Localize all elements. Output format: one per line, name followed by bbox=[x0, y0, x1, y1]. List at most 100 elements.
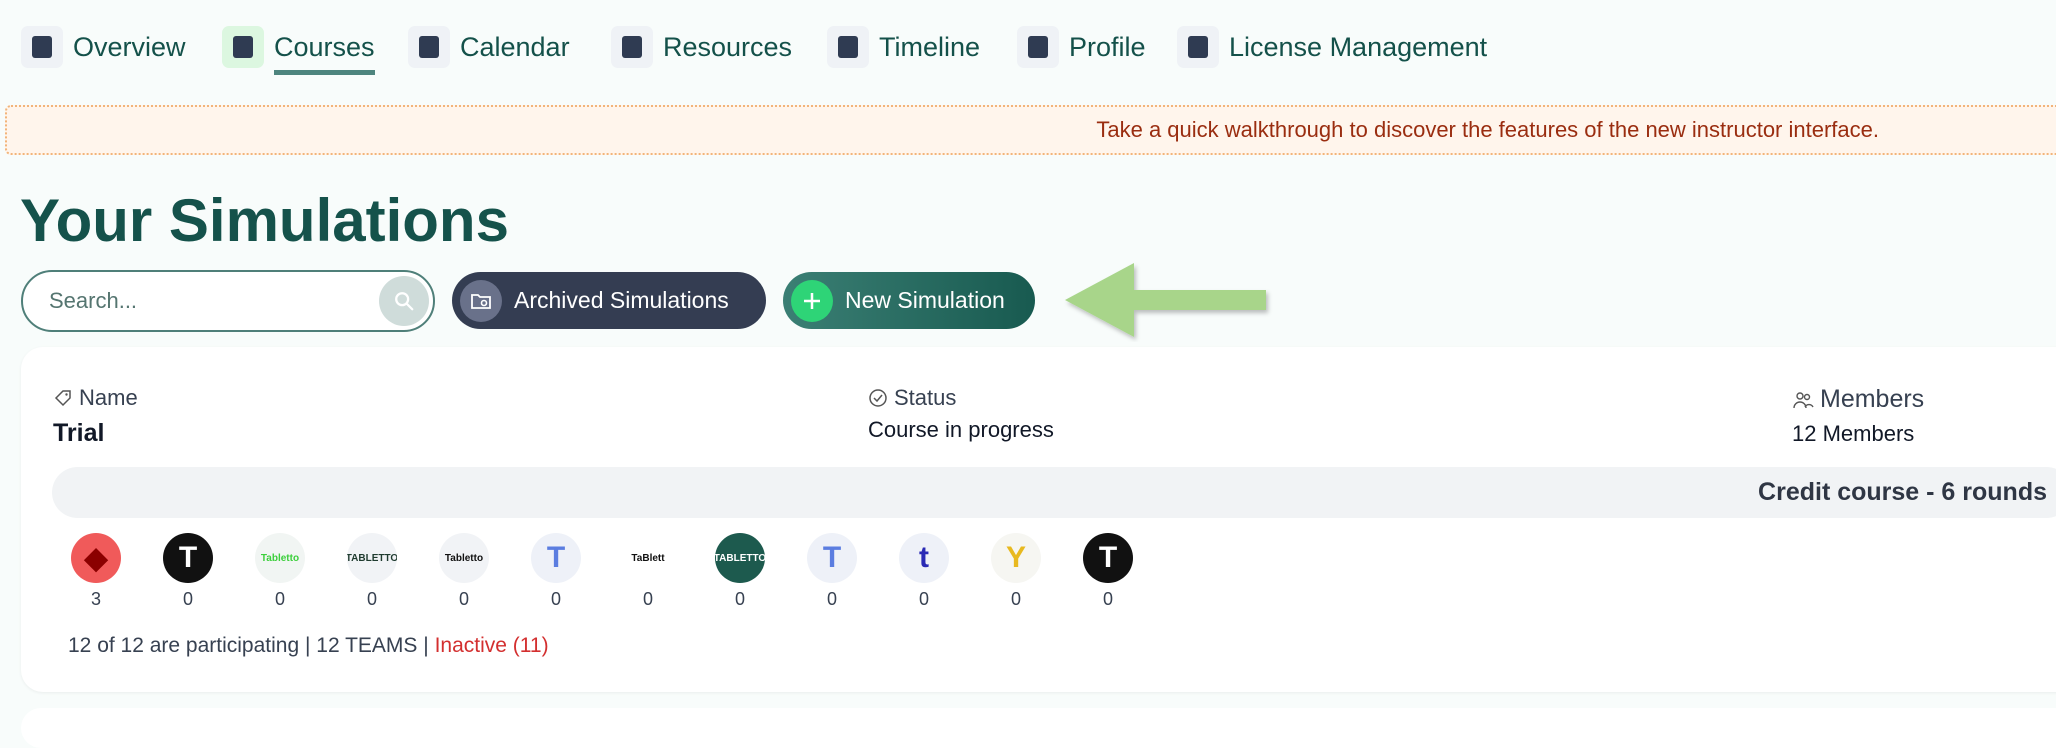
team-logo: Y bbox=[991, 533, 1041, 583]
team-logo: T bbox=[807, 533, 857, 583]
nav-label: Calendar bbox=[460, 31, 570, 62]
key-icon bbox=[1177, 26, 1219, 68]
team-logo-text: T bbox=[1098, 541, 1118, 574]
team-score: 0 bbox=[1102, 589, 1113, 609]
members-label: Members bbox=[1792, 385, 1924, 414]
pointer-arrow-icon bbox=[1065, 263, 1266, 337]
search-input[interactable] bbox=[49, 288, 349, 314]
participation-text: 12 of 12 are participating | 12 TEAMS | bbox=[68, 634, 429, 657]
team-logo: Tabletto bbox=[255, 533, 305, 583]
simulation-card-next[interactable] bbox=[21, 708, 2056, 748]
team-avatar[interactable]: Tabletto 0 bbox=[255, 533, 305, 610]
walkthrough-banner[interactable]: Take a quick walkthrough to discover the… bbox=[5, 105, 2056, 155]
team-logo: TABLETTO bbox=[715, 533, 765, 583]
team-score: 0 bbox=[550, 589, 561, 609]
status-label: Status bbox=[868, 385, 956, 411]
team-logo-text: Tabletto bbox=[444, 552, 484, 564]
course-type: Credit course - 6 rounds bbox=[1758, 478, 2047, 506]
team-score: 0 bbox=[826, 589, 837, 609]
team-avatar[interactable]: TABLETTO 0 bbox=[715, 533, 765, 610]
nav-label: Resources bbox=[663, 31, 793, 62]
team-score: 0 bbox=[1010, 589, 1021, 609]
team-avatar[interactable]: t0 bbox=[899, 533, 949, 610]
walkthrough-text: Take a quick walkthrough to discover the… bbox=[1096, 117, 1879, 142]
page-title: Your Simulations bbox=[20, 187, 509, 254]
team-avatar[interactable]: T0 bbox=[531, 533, 581, 610]
team-logo: ◆ bbox=[71, 533, 121, 583]
nav-license-management[interactable]: License Management bbox=[1177, 26, 1487, 68]
team-avatar[interactable]: ◆ 3 bbox=[71, 533, 121, 610]
team-score: 3 bbox=[90, 589, 101, 609]
archived-label: Archived Simulations bbox=[514, 287, 729, 313]
simulation-card[interactable]: Name Trial Status Course in progress Mem… bbox=[21, 347, 2056, 692]
team-logo-text: T bbox=[822, 541, 842, 574]
team-score: 0 bbox=[918, 589, 929, 609]
documents-icon bbox=[611, 26, 653, 68]
team-logo-text: ◆ bbox=[84, 541, 108, 575]
nav-calendar[interactable]: Calendar bbox=[408, 26, 570, 68]
team-logo: TaBlett bbox=[623, 533, 673, 583]
team-logo-text: T bbox=[178, 541, 198, 574]
new-simulation-label: New Simulation bbox=[845, 287, 1005, 313]
nav-profile[interactable]: Profile bbox=[1017, 26, 1146, 68]
team-logo: T bbox=[163, 533, 213, 583]
team-score: 0 bbox=[734, 589, 745, 609]
team-avatar[interactable]: Tabletto 0 bbox=[439, 533, 489, 610]
team-avatar[interactable]: Y0 bbox=[991, 533, 1041, 610]
team-logo: Tabletto bbox=[439, 533, 489, 583]
team-logo-text: TABLETTO bbox=[715, 552, 765, 564]
calendar-icon bbox=[408, 26, 450, 68]
check-circle-icon bbox=[869, 389, 887, 407]
team-score: 0 bbox=[274, 589, 285, 609]
team-logo-text: Y bbox=[1005, 541, 1026, 574]
team-avatar[interactable]: T0 bbox=[163, 533, 213, 610]
team-logo: T bbox=[531, 533, 581, 583]
plus-icon bbox=[791, 279, 833, 322]
timeline-icon bbox=[827, 26, 869, 68]
team-logo-text: TaBlett bbox=[631, 552, 665, 564]
team-avatar[interactable]: TaBlett 0 bbox=[623, 533, 673, 610]
nav-overview[interactable]: Overview bbox=[21, 26, 186, 68]
team-avatars: ◆ 3 T 0 Tabletto 0 TABLETTO 0 Tabletto 0 T 0 TaBlett… bbox=[71, 533, 1133, 610]
team-logo-text: T bbox=[546, 541, 566, 574]
team-avatar[interactable]: TABLETTO 0 bbox=[347, 533, 397, 610]
nav-label: Profile bbox=[1069, 31, 1146, 62]
search-box bbox=[21, 270, 435, 332]
team-score: 0 bbox=[182, 589, 193, 609]
team-score: 0 bbox=[458, 589, 469, 609]
course-type-bar: Credit course - 6 rounds bbox=[52, 467, 2056, 518]
archived-simulations-button[interactable]: Archived Simulations bbox=[452, 272, 766, 329]
inactive-count[interactable]: Inactive (11) bbox=[435, 634, 549, 657]
nav-label: Courses bbox=[274, 31, 375, 75]
nav-resources[interactable]: Resources bbox=[611, 26, 792, 68]
dashboard-add-icon bbox=[21, 26, 63, 68]
simulation-name[interactable]: Trial bbox=[53, 419, 104, 448]
user-gear-icon bbox=[1017, 26, 1059, 68]
search-button[interactable] bbox=[379, 276, 429, 326]
nav-label: Overview bbox=[73, 31, 186, 62]
team-logo: TABLETTO bbox=[347, 533, 397, 583]
new-simulation-button[interactable]: New Simulation bbox=[783, 272, 1035, 329]
nav-label: Timeline bbox=[879, 31, 981, 62]
folder-search-icon bbox=[460, 279, 502, 322]
clipboard-list-icon bbox=[222, 26, 264, 68]
users-icon bbox=[1793, 391, 1814, 408]
members-count: 12 Members bbox=[1792, 421, 1915, 446]
team-logo-text: TABLETTO bbox=[347, 552, 397, 564]
tag-icon bbox=[54, 390, 71, 407]
team-score: 0 bbox=[642, 589, 653, 609]
simulation-status: Course in progress bbox=[868, 417, 1054, 442]
team-avatar[interactable]: T0 bbox=[1083, 533, 1133, 610]
team-score: 0 bbox=[366, 589, 377, 609]
nav-courses[interactable]: Courses bbox=[222, 26, 375, 75]
team-logo: t bbox=[899, 533, 949, 583]
team-logo: T bbox=[1083, 533, 1133, 583]
nav-timeline[interactable]: Timeline bbox=[827, 26, 980, 68]
name-label: Name bbox=[53, 385, 138, 411]
team-logo-text: Tabletto bbox=[260, 552, 300, 564]
team-logo-text: t bbox=[919, 541, 929, 574]
nav-label: License Management bbox=[1229, 31, 1488, 62]
participation-summary: 12 of 12 are participating | 12 TEAMS | … bbox=[68, 634, 549, 658]
search-icon bbox=[395, 292, 414, 311]
team-avatar[interactable]: T0 bbox=[807, 533, 857, 610]
